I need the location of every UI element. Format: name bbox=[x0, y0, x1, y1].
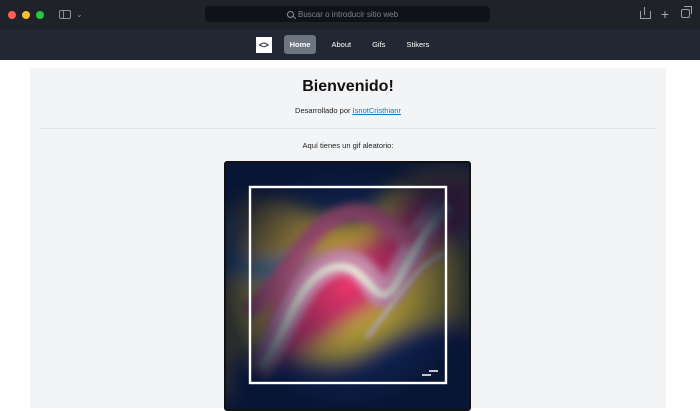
address-input[interactable] bbox=[298, 9, 408, 19]
divider bbox=[40, 128, 656, 129]
address-bar[interactable] bbox=[205, 6, 490, 22]
new-tab-icon[interactable]: + bbox=[661, 7, 669, 21]
minimize-window-button[interactable] bbox=[22, 10, 30, 19]
site-navbar: <> Home About Gifs Stikers bbox=[0, 29, 700, 60]
nav-item-home[interactable]: Home bbox=[283, 35, 317, 54]
window-controls bbox=[8, 10, 44, 19]
browser-toolbar: ⌄ + bbox=[0, 0, 700, 29]
byline-prefix: Desarrollado por bbox=[295, 106, 351, 115]
byline: Desarrollado por IsnotCristhianr bbox=[30, 106, 666, 115]
nav-item-gifs[interactable]: Gifs bbox=[366, 35, 391, 54]
random-gif bbox=[224, 161, 471, 411]
tab-overview-icon[interactable] bbox=[681, 6, 692, 18]
search-icon bbox=[287, 10, 294, 18]
author-link[interactable]: IsnotCristhianr bbox=[353, 106, 401, 115]
page-title: Bienvenido! bbox=[302, 78, 394, 95]
close-window-button[interactable] bbox=[8, 10, 16, 19]
nav-item-stikers[interactable]: Stikers bbox=[400, 35, 435, 54]
zoom-window-button[interactable] bbox=[36, 10, 44, 19]
nav-item-about[interactable]: About bbox=[325, 35, 357, 54]
site-logo[interactable]: <> bbox=[255, 36, 272, 53]
toolbar-actions: + bbox=[639, 6, 692, 21]
gif-image bbox=[226, 163, 469, 409]
share-icon[interactable] bbox=[639, 7, 651, 19]
main-content: Bienvenido! Desarrollado por IsnotCristh… bbox=[30, 68, 666, 411]
chevron-down-icon[interactable]: ⌄ bbox=[76, 10, 83, 19]
sidebar-toggle-icon[interactable] bbox=[59, 10, 71, 19]
gif-caption: Aquí tienes un gif aleatorio: bbox=[302, 141, 394, 150]
